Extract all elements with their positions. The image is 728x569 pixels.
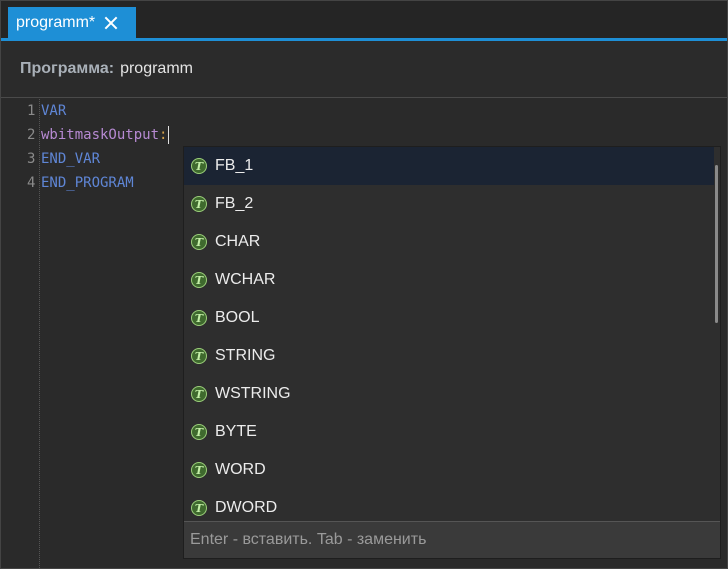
- type-icon: T: [191, 158, 207, 174]
- line-number: 3: [27, 151, 36, 167]
- line-number: 4: [27, 175, 36, 191]
- completion-item[interactable]: T CHAR: [184, 223, 714, 261]
- program-header: Программа: programm: [1, 41, 727, 98]
- program-label: Программа:: [20, 60, 115, 77]
- completion-item-label: WCHAR: [215, 271, 276, 288]
- completion-item-label: FB_2: [215, 195, 254, 212]
- type-icon: T: [191, 196, 207, 212]
- completion-item[interactable]: T STRING: [184, 337, 714, 375]
- program-name: programm: [120, 60, 193, 77]
- completion-item[interactable]: T WCHAR: [184, 261, 714, 299]
- type-icon: T: [191, 310, 207, 326]
- tab-title: programm*: [16, 13, 96, 31]
- completion-item-label: CHAR: [215, 233, 261, 250]
- type-icon: T: [191, 348, 207, 364]
- close-icon[interactable]: [104, 16, 118, 30]
- line-text: wbitmaskOutput:: [41, 123, 170, 147]
- completion-item[interactable]: T BOOL: [184, 299, 714, 337]
- line-text: VAR: [41, 103, 67, 119]
- line-text: END_PROGRAM: [41, 175, 134, 191]
- completion-item[interactable]: T WORD: [184, 451, 714, 489]
- text-cursor: [168, 126, 170, 144]
- type-icon: T: [191, 500, 207, 516]
- autocomplete-popup: T FB_1 T FB_2 T CHAR T WCHAR T BOOL T STRING T WSTRIN…: [183, 146, 721, 559]
- completion-item-label: DWORD: [215, 499, 278, 516]
- identifier: wbitmaskOutput: [41, 127, 160, 143]
- line-number: 1: [27, 103, 36, 119]
- completion-item-label: BOOL: [215, 309, 260, 326]
- line-text: END_VAR: [41, 151, 101, 167]
- editor-window: programm* Программа: programm 1 VAR 2 wb…: [0, 0, 728, 569]
- completion-item-label: FB_1: [215, 157, 254, 174]
- scrollbar[interactable]: [715, 165, 718, 323]
- completion-item[interactable]: T FB_1: [184, 147, 714, 185]
- tab-bar: programm*: [1, 1, 727, 41]
- type-icon: T: [191, 234, 207, 250]
- completion-item[interactable]: T BYTE: [184, 413, 714, 451]
- type-icon: T: [191, 386, 207, 402]
- type-icon: T: [191, 462, 207, 478]
- completion-item-label: WSTRING: [215, 385, 291, 402]
- line-number: 2: [27, 127, 36, 143]
- type-icon: T: [191, 272, 207, 288]
- completion-item[interactable]: T WSTRING: [184, 375, 714, 413]
- completion-hint: Enter - вставить. Tab - заменить: [184, 521, 720, 558]
- completion-item-label: STRING: [215, 347, 276, 364]
- completion-item[interactable]: T FB_2: [184, 185, 714, 223]
- completion-item-label: WORD: [215, 461, 266, 478]
- completion-item-label: BYTE: [215, 423, 257, 440]
- colon: :: [159, 127, 168, 143]
- tab-programm[interactable]: programm*: [8, 7, 136, 38]
- type-icon: T: [191, 424, 207, 440]
